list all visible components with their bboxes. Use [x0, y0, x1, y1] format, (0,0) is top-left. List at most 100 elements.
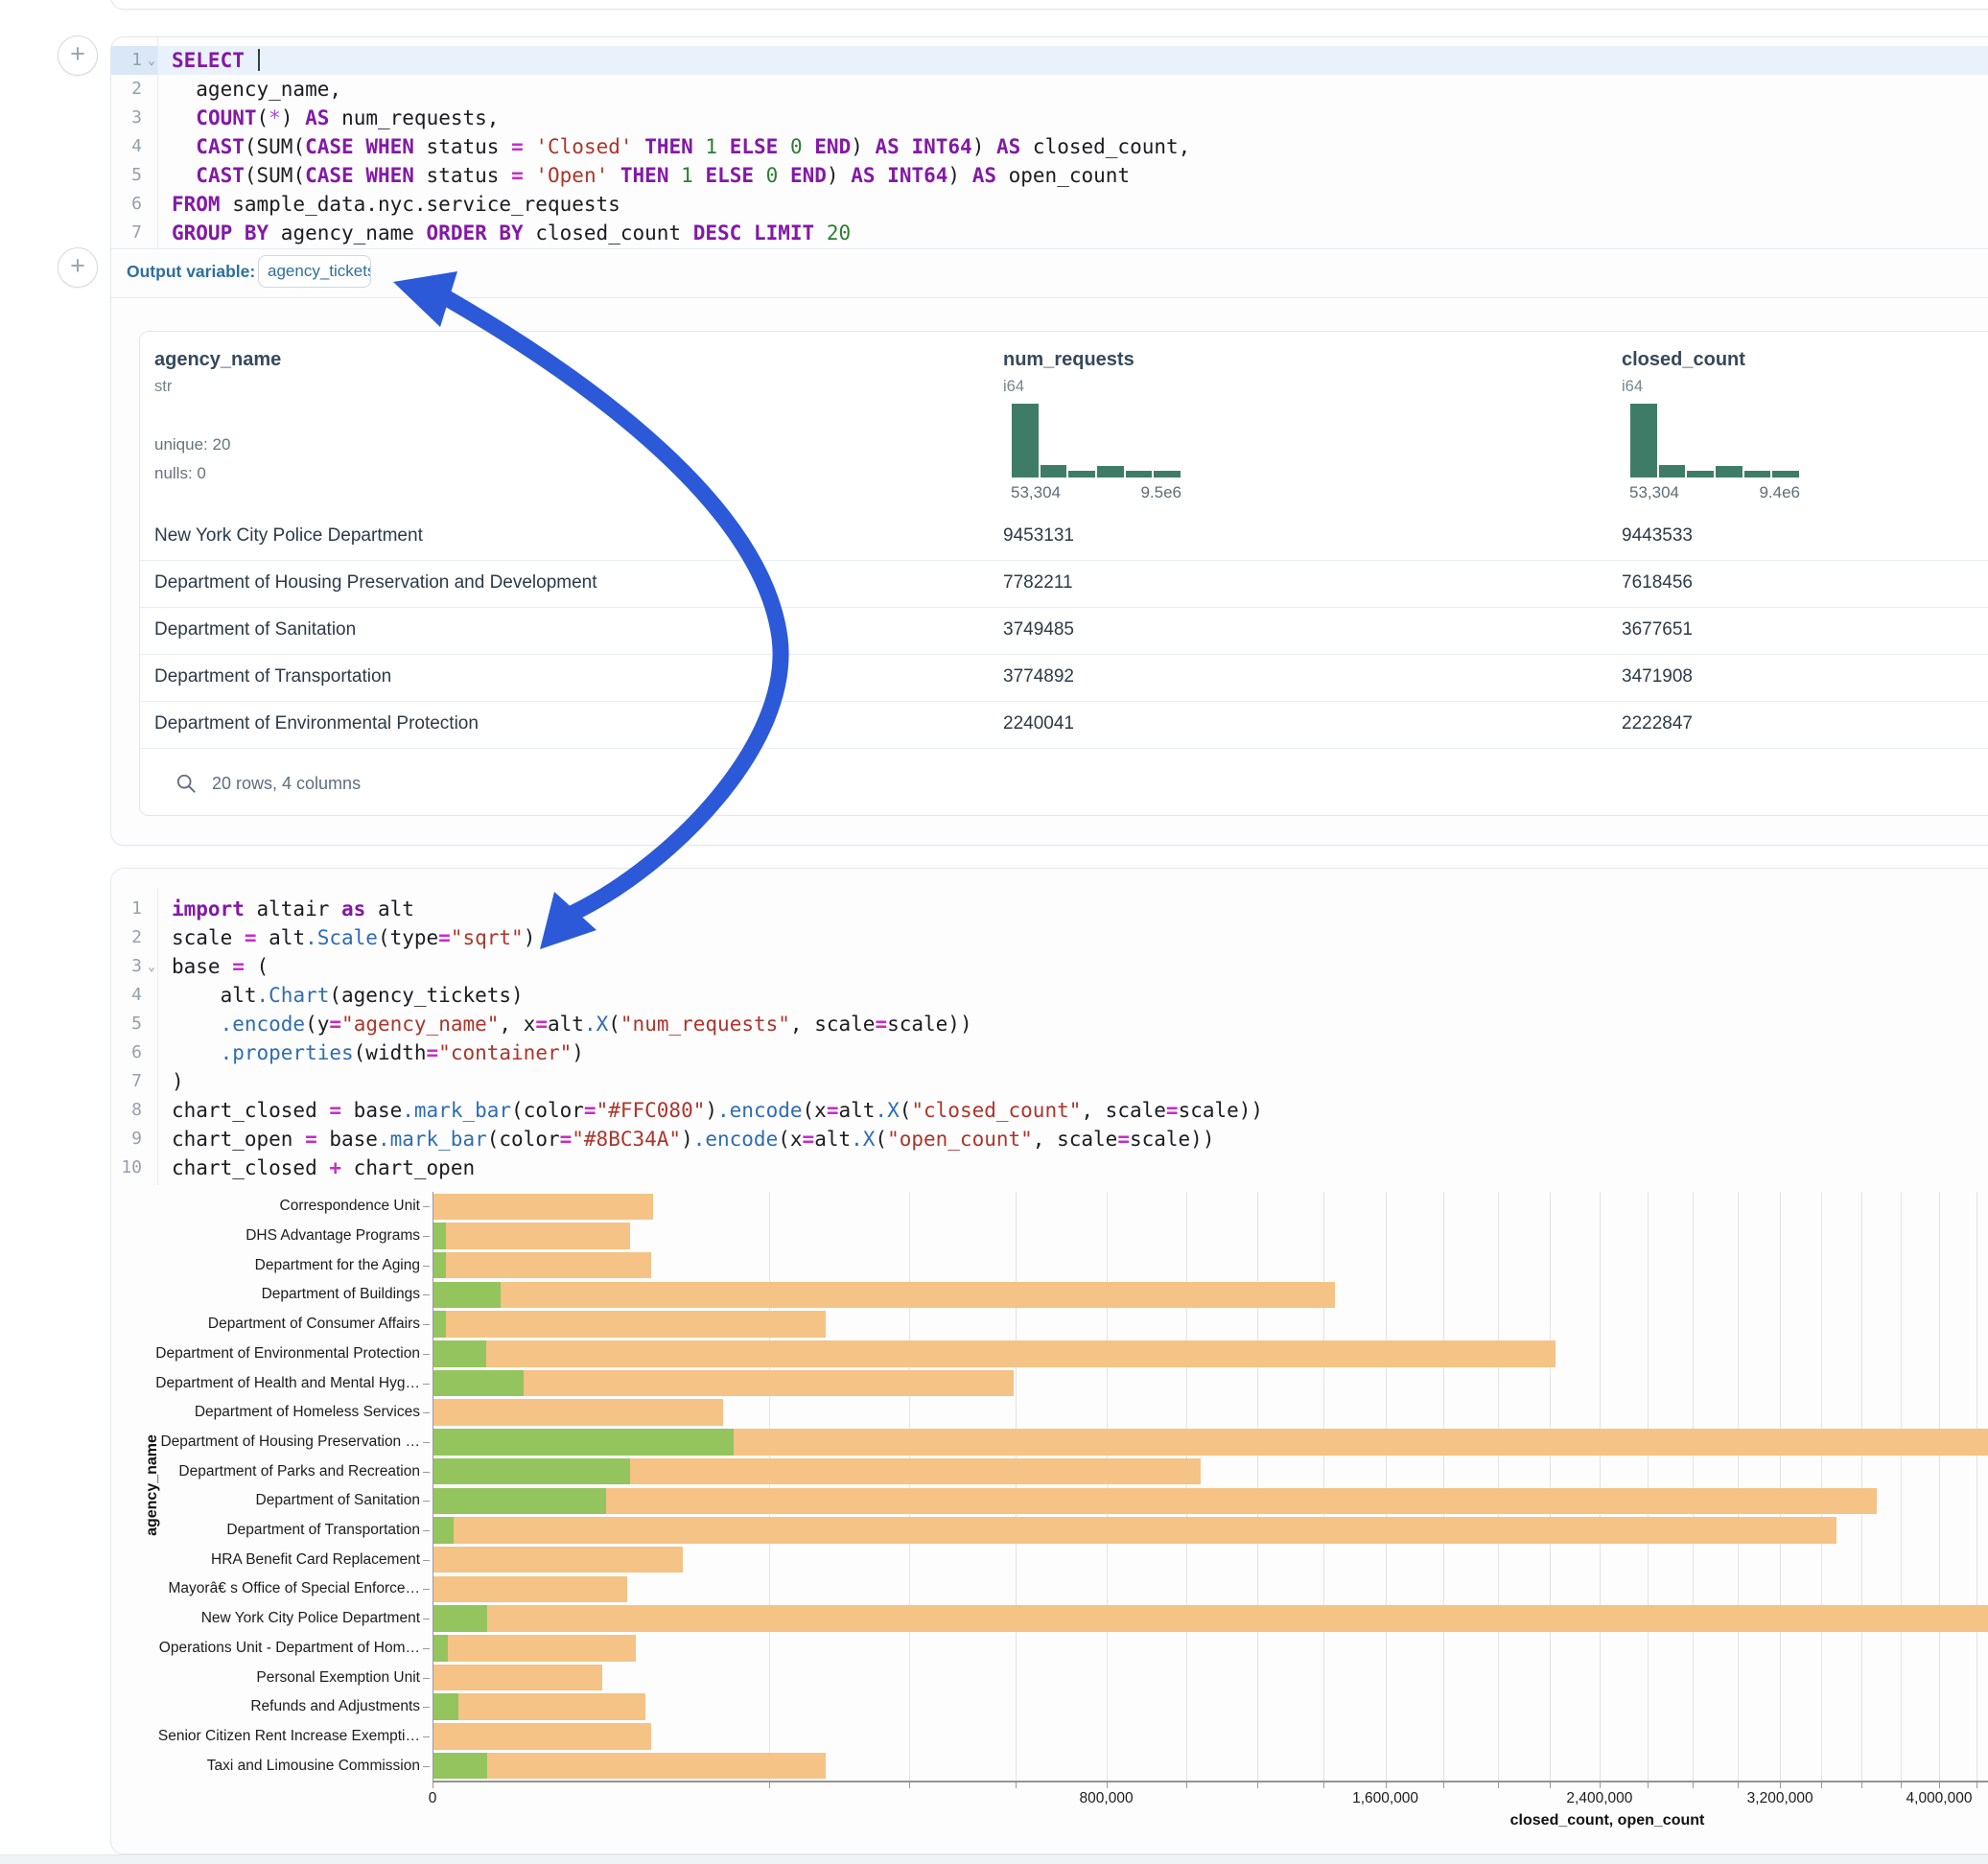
- x-axis-tick: [1257, 1782, 1258, 1788]
- y-axis-tick: [423, 1236, 430, 1237]
- histogram-min: 53,304: [1629, 483, 1679, 502]
- table-cell: Department of Housing Preservation and D…: [154, 572, 597, 594]
- code-line[interactable]: 7GROUP BY agency_name ORDER BY closed_co…: [111, 219, 1988, 247]
- y-axis-label: Department of Homeless Services: [195, 1404, 420, 1421]
- gridline: [1648, 1192, 1649, 1781]
- output-variable-value: agency_tickets: [268, 262, 371, 281]
- code-line[interactable]: 2scale = alt.Scale(type="sqrt"): [111, 923, 1988, 952]
- histogram-bar: [1659, 465, 1686, 478]
- code-line[interactable]: 8chart_closed = base.mark_bar(color="#FF…: [111, 1096, 1988, 1125]
- table-row[interactable]: Department of Housing Preservation and D…: [140, 561, 1988, 608]
- bar-open-count: [433, 1252, 446, 1279]
- table-row[interactable]: Department of Sanitation37494853677651: [140, 608, 1988, 655]
- bar-closed-count: [433, 1223, 630, 1249]
- table-row[interactable]: Department of Transportation377489234719…: [140, 655, 1988, 702]
- add-cell-button[interactable]: +: [58, 35, 98, 76]
- code-line[interactable]: 1import altair as alt: [111, 895, 1988, 923]
- y-axis-tick: [423, 1678, 430, 1679]
- code-line[interactable]: 3 COUNT(*) AS num_requests,: [111, 104, 1988, 132]
- y-axis-label: Department of Transportation: [226, 1522, 420, 1539]
- bar-open-count: [433, 1693, 458, 1720]
- x-axis-tick: [1323, 1782, 1324, 1788]
- bar-closed-count: [433, 1517, 1836, 1544]
- table-row[interactable]: New York City Police Department945313194…: [140, 514, 1988, 561]
- gridline: [1693, 1192, 1694, 1781]
- x-axis-tick: [1498, 1782, 1499, 1788]
- collapse-chevron-icon[interactable]: ⌄: [148, 953, 155, 982]
- y-axis-tick: [423, 1472, 430, 1473]
- code-line[interactable]: 4 alt.Chart(agency_tickets): [111, 981, 1988, 1010]
- histogram-bar: [1068, 471, 1095, 478]
- sql-code-editor[interactable]: 1⌄SELECT 2 agency_name,3 COUNT(*) AS num…: [111, 46, 1988, 247]
- gridline: [1498, 1192, 1499, 1781]
- bar-closed-count: [433, 1340, 1555, 1367]
- gridline: [1257, 1192, 1258, 1781]
- output-variable-pill[interactable]: agency_tickets: [258, 255, 371, 288]
- histogram-bar: [1154, 471, 1181, 478]
- gridline: [1738, 1192, 1739, 1781]
- code-line[interactable]: 10chart_closed + chart_open: [111, 1153, 1988, 1182]
- x-axis-tick: [1186, 1782, 1187, 1788]
- histogram-max: 9.4e6: [1759, 483, 1800, 502]
- y-axis-label: Department of Environmental Protection: [155, 1345, 420, 1363]
- column-type: str: [154, 378, 172, 396]
- histogram-max: 9.5e6: [1140, 483, 1181, 502]
- table-footer: 20 rows, 4 columns: [140, 756, 1988, 815]
- bar-closed-count: [433, 1753, 826, 1780]
- add-cell-button[interactable]: +: [58, 247, 98, 288]
- y-axis-tick: [423, 1589, 430, 1590]
- x-axis-tick: [1901, 1782, 1902, 1788]
- bar-closed-count: [433, 1311, 826, 1338]
- python-code-editor[interactable]: 1import altair as alt2scale = alt.Scale(…: [111, 895, 1988, 1182]
- table-cell: Department of Sanitation: [154, 619, 356, 641]
- bar-closed-count: [433, 1252, 651, 1279]
- code-line[interactable]: 9chart_open = base.mark_bar(color="#8BC3…: [111, 1125, 1988, 1153]
- code-line[interactable]: 6FROM sample_data.nyc.service_requests: [111, 190, 1988, 219]
- histogram-bar: [1126, 471, 1153, 478]
- column-header[interactable]: num_requests: [1003, 349, 1134, 371]
- code-line[interactable]: 1⌄SELECT: [111, 46, 1988, 75]
- output-variable-row: Output variable: agency_tickets: [111, 248, 1988, 298]
- column-header[interactable]: agency_name: [154, 349, 281, 371]
- x-axis-tick-label: 3,200,000: [1747, 1790, 1813, 1807]
- column-stat-unique: unique: 20: [154, 435, 230, 454]
- bar-open-count: [433, 1311, 446, 1338]
- y-axis-tick: [423, 1266, 430, 1267]
- table-cell: 2240041: [1003, 713, 1074, 734]
- gridline: [1901, 1192, 1902, 1781]
- table-body: New York City Police Department945313194…: [140, 514, 1988, 749]
- code-line[interactable]: 5 .encode(y="agency_name", x=alt.X("num_…: [111, 1010, 1988, 1038]
- table-row[interactable]: Department of Environmental Protection22…: [140, 702, 1988, 749]
- bar-closed-count: [433, 1605, 1988, 1632]
- bar-open-count: [433, 1605, 487, 1632]
- bar-open-count: [433, 1429, 734, 1456]
- y-axis-label: Department of Parks and Recreation: [178, 1463, 420, 1480]
- gutter-divider: [157, 37, 158, 248]
- search-icon[interactable]: [175, 773, 197, 794]
- x-axis-tick-label: 800,000: [1080, 1790, 1134, 1807]
- line-number: 3: [111, 104, 157, 132]
- x-axis-tick: [1600, 1782, 1601, 1788]
- code-line[interactable]: 3⌄base = (: [111, 952, 1988, 981]
- bar-open-count: [433, 1340, 486, 1367]
- y-axis-tick: [423, 1412, 430, 1413]
- next-cell-gap: [0, 1854, 1988, 1864]
- code-line[interactable]: 6 .properties(width="container"): [111, 1038, 1988, 1067]
- x-axis-tick-label: 4,000,000: [1906, 1790, 1973, 1807]
- code-line[interactable]: 2 agency_name,: [111, 75, 1988, 104]
- column-header[interactable]: closed_count: [1622, 349, 1745, 371]
- gridline: [1550, 1192, 1551, 1781]
- gridline: [909, 1192, 910, 1781]
- bar-closed-count: [433, 1723, 651, 1750]
- code-line[interactable]: 4 CAST(SUM(CASE WHEN status = 'Closed' T…: [111, 132, 1988, 161]
- collapse-chevron-icon[interactable]: ⌄: [148, 47, 155, 76]
- histogram-bar: [1744, 471, 1771, 478]
- x-axis-tick: [1386, 1782, 1387, 1788]
- y-axis-tick: [423, 1324, 430, 1325]
- gridline: [1976, 1192, 1977, 1781]
- code-line[interactable]: 7): [111, 1067, 1988, 1096]
- code-line[interactable]: 5 CAST(SUM(CASE WHEN status = 'Open' THE…: [111, 161, 1988, 190]
- bar-closed-count: [433, 1399, 723, 1426]
- y-axis-tick: [423, 1501, 430, 1502]
- bar-closed-count: [433, 1547, 683, 1573]
